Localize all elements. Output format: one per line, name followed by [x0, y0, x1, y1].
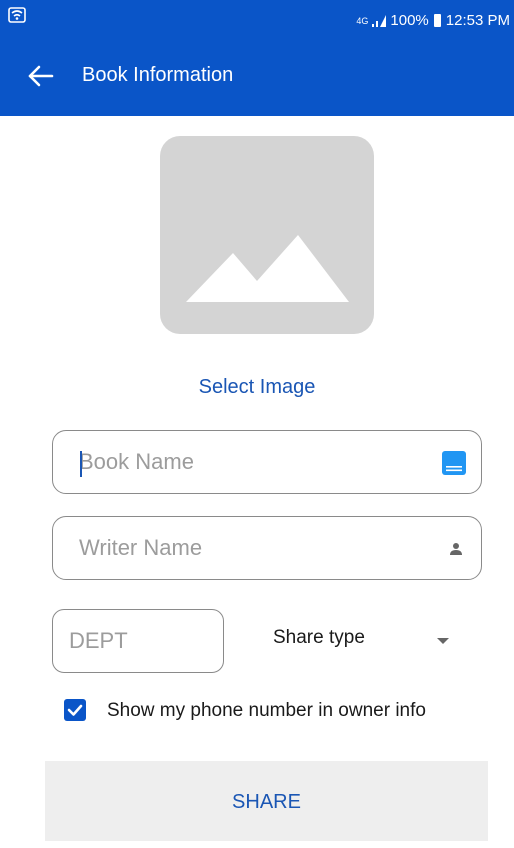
book-image-picker[interactable] [160, 136, 374, 334]
dropdown-arrow-icon[interactable] [436, 637, 450, 645]
arrow-back-icon[interactable] [24, 58, 60, 94]
dept-input[interactable] [69, 610, 209, 672]
book-icon [442, 451, 466, 475]
text-cursor [80, 451, 82, 477]
share-type-dropdown[interactable]: Share type [273, 627, 365, 649]
wifi-icon [8, 7, 26, 23]
show-phone-label: Show my phone number in owner info [107, 700, 426, 721]
image-placeholder-icon [186, 235, 349, 302]
book-name-input[interactable] [79, 431, 419, 493]
checkmark-icon [67, 704, 83, 716]
page-title: Book Information [82, 64, 234, 86]
battery-percent: 100% [390, 12, 429, 29]
book-information-screen: 4G 100% 12:53 PM Book Information Select… [0, 0, 514, 848]
battery-icon [433, 14, 441, 27]
show-phone-checkbox[interactable] [64, 699, 86, 721]
share-button[interactable]: SHARE [45, 761, 488, 841]
person-icon [450, 543, 462, 555]
writer-name-field[interactable] [52, 516, 482, 580]
app-bar: Book Information [0, 40, 514, 116]
select-image-link[interactable]: Select Image [16, 376, 498, 399]
network-type: 4G [356, 15, 369, 26]
dept-field[interactable] [52, 609, 224, 673]
clock: 12:53 PM [445, 12, 510, 29]
signal-icon [372, 14, 387, 27]
book-name-field[interactable] [52, 430, 482, 494]
status-right-group: 4G 100% 12:53 PM [356, 12, 510, 29]
status-bar: 4G 100% 12:53 PM [0, 0, 514, 40]
book-form: Select Image Share type [16, 116, 498, 848]
writer-name-input[interactable] [79, 517, 419, 579]
